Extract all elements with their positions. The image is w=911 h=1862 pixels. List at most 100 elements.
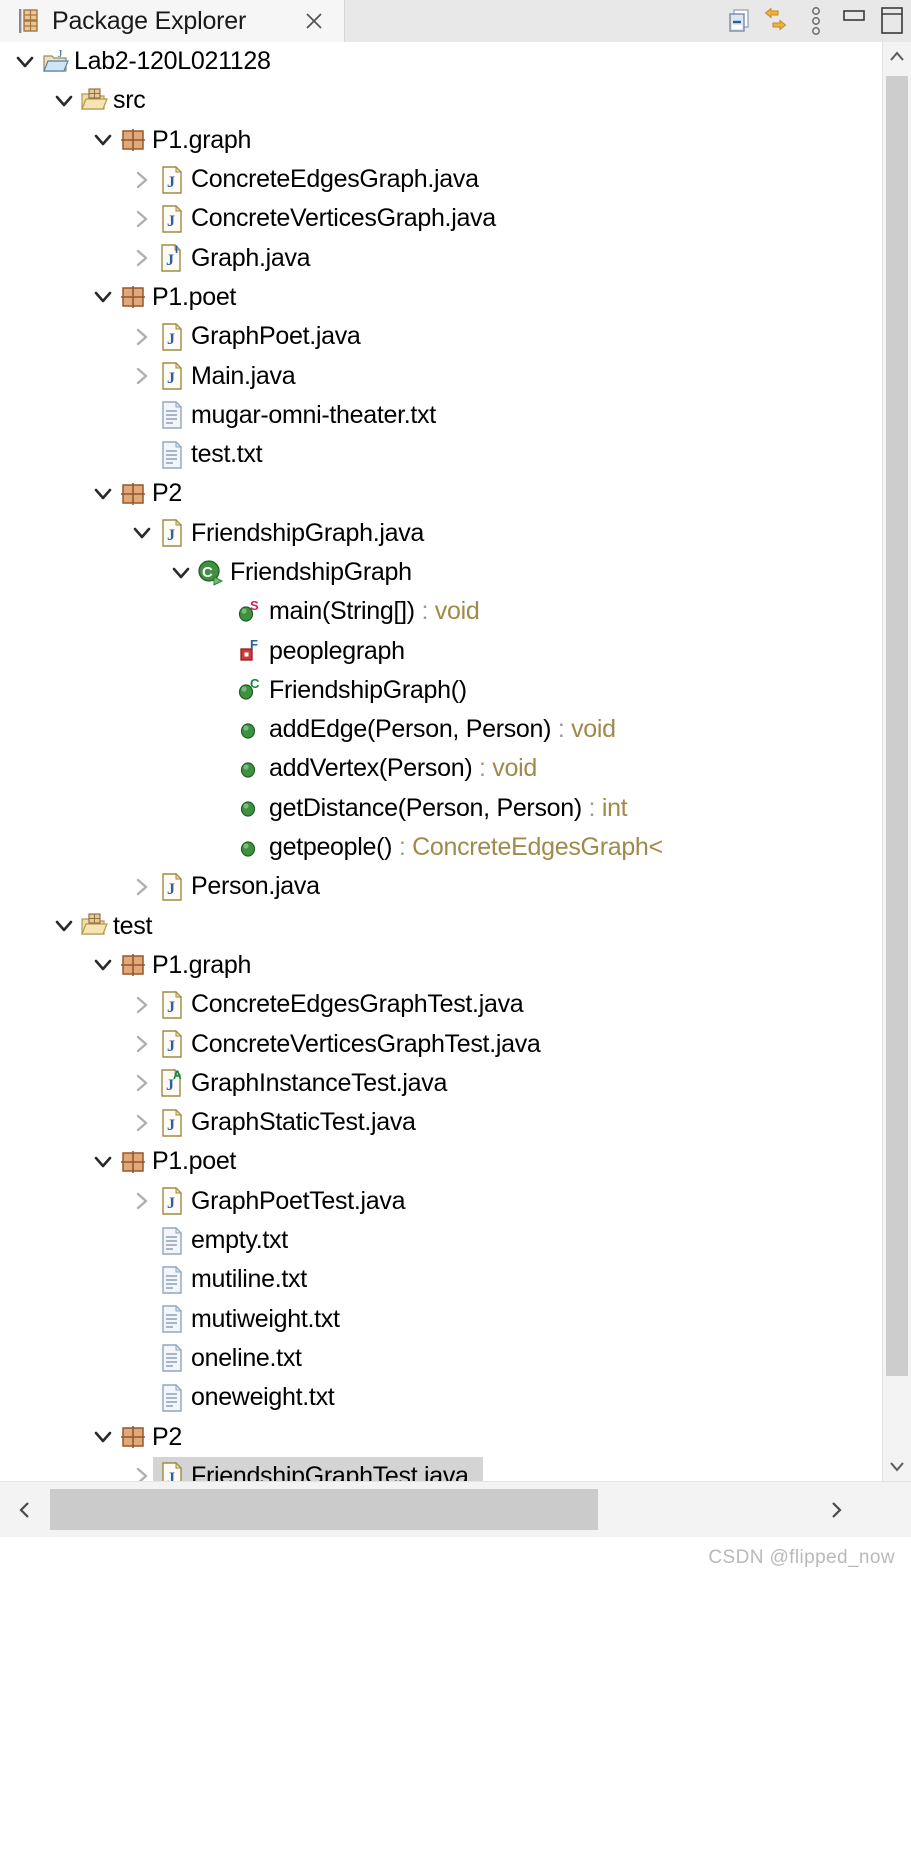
- vertical-scrollbar-thumb[interactable]: [886, 76, 908, 1376]
- tree-row[interactable]: J A GraphInstanceTest.java: [0, 1064, 911, 1103]
- tree-row[interactable]: P2: [0, 474, 911, 513]
- tree-row-label: ConcreteEdgesGraphTest.java: [191, 990, 524, 1019]
- text-file-icon: [157, 440, 187, 470]
- tree-row[interactable]: P1.poet: [0, 278, 911, 317]
- tree-row-label: Person.java: [191, 872, 320, 901]
- class-runnable-icon: C: [196, 558, 226, 588]
- tree-row[interactable]: Fpeoplegraph: [0, 631, 911, 670]
- tree-twisty-right[interactable]: [127, 994, 157, 1016]
- view-tab-bar: Package Explorer: [0, 0, 911, 42]
- tree-row[interactable]: C FriendshipGraph(): [0, 671, 911, 710]
- tree-row[interactable]: J GraphPoetTest.java: [0, 1182, 911, 1221]
- tree-row[interactable]: J Person.java: [0, 867, 911, 906]
- tree-row[interactable]: addVertex(Person) : void: [0, 749, 911, 788]
- tree-twisty-right[interactable]: [127, 1465, 157, 1481]
- tree-row[interactable]: C FriendshipGraph: [0, 553, 911, 592]
- package-icon: [118, 127, 148, 153]
- tree-row[interactable]: getDistance(Person, Person) : int: [0, 789, 911, 828]
- tree-row[interactable]: P1.poet: [0, 1142, 911, 1181]
- tree-row[interactable]: empty.txt: [0, 1221, 911, 1260]
- svg-text:S: S: [250, 599, 259, 613]
- chevron-right-icon[interactable]: [811, 1482, 861, 1537]
- java-file-icon: J: [157, 204, 187, 234]
- method-public-icon: [235, 757, 265, 781]
- close-icon[interactable]: [300, 7, 328, 35]
- tree-twisty-right[interactable]: [127, 1112, 157, 1134]
- text-file-icon: [157, 400, 187, 430]
- tree-twisty-down[interactable]: [49, 90, 79, 112]
- tree-row[interactable]: J ConcreteVerticesGraphTest.java: [0, 1024, 911, 1063]
- tree-row[interactable]: Smain(String[]) : void: [0, 592, 911, 631]
- tree-row[interactable]: J ConcreteEdgesGraphTest.java: [0, 985, 911, 1024]
- tree-twisty-down[interactable]: [127, 522, 157, 544]
- tree-row[interactable]: J ConcreteVerticesGraph.java: [0, 199, 911, 238]
- field-private-final-icon: F: [235, 638, 265, 664]
- tree-twisty-right[interactable]: [127, 326, 157, 348]
- tree-row[interactable]: getpeople() : ConcreteEdgesGraph<: [0, 828, 911, 867]
- tree-twisty-right[interactable]: [127, 208, 157, 230]
- tree-twisty-right[interactable]: [127, 169, 157, 191]
- tree-twisty-right[interactable]: [127, 1033, 157, 1055]
- tree-row[interactable]: mutiweight.txt: [0, 1300, 911, 1339]
- tree-twisty-down[interactable]: [88, 954, 118, 976]
- package-explorer-tree[interactable]: J Lab2-120L021128 src P1.graph J ConcreteEdge…: [0, 42, 911, 1481]
- tree-twisty-right[interactable]: [127, 1190, 157, 1212]
- svg-text:A: A: [173, 1068, 182, 1082]
- tab-package-explorer[interactable]: Package Explorer: [0, 0, 345, 42]
- tree-twisty-down[interactable]: [49, 915, 79, 937]
- tree-row[interactable]: J ConcreteEdgesGraph.java: [0, 160, 911, 199]
- package-icon: [118, 952, 148, 978]
- link-with-editor-icon[interactable]: [759, 2, 797, 40]
- tree-row[interactable]: J GraphPoet.java: [0, 317, 911, 356]
- tree-row-label: addVertex(Person) : void: [269, 754, 537, 783]
- tree-row[interactable]: mutiline.txt: [0, 1260, 911, 1299]
- tree-twisty-down[interactable]: [88, 1426, 118, 1448]
- java-file-icon: J: [157, 361, 187, 391]
- tree-twisty-right[interactable]: [127, 247, 157, 269]
- tree-twisty-right[interactable]: [127, 876, 157, 898]
- tree-twisty-down[interactable]: [88, 286, 118, 308]
- tab-label: Package Explorer: [52, 6, 247, 35]
- tree-twisty-right[interactable]: [127, 365, 157, 387]
- tree-row[interactable]: P1.graph: [0, 121, 911, 160]
- tree-row-label: GraphStaticTest.java: [191, 1108, 416, 1137]
- chevron-down-icon[interactable]: [883, 1451, 911, 1481]
- tree-row[interactable]: P1.graph: [0, 946, 911, 985]
- tree-twisty-down[interactable]: [166, 562, 196, 584]
- tree-twisty-down[interactable]: [88, 1151, 118, 1173]
- tree-row[interactable]: oneweight.txt: [0, 1378, 911, 1417]
- vertical-scrollbar[interactable]: [882, 42, 911, 1481]
- horizontal-scrollbar[interactable]: [0, 1481, 911, 1537]
- method-public-icon: [235, 718, 265, 742]
- tree-row[interactable]: mugar-omni-theater.txt: [0, 396, 911, 435]
- tree-row[interactable]: J Lab2-120L021128: [0, 42, 911, 81]
- view-menu-icon[interactable]: [797, 2, 835, 40]
- tree-row-label: Graph.java: [191, 243, 311, 272]
- tree-row[interactable]: addEdge(Person, Person) : void: [0, 710, 911, 749]
- horizontal-scrollbar-thumb[interactable]: [50, 1489, 598, 1530]
- chevron-up-icon[interactable]: [883, 42, 911, 72]
- maximize-icon[interactable]: [873, 2, 911, 40]
- collapse-all-icon[interactable]: [721, 2, 759, 40]
- tree-row[interactable]: oneline.txt: [0, 1339, 911, 1378]
- tree-row[interactable]: test.txt: [0, 435, 911, 474]
- tree-twisty-right[interactable]: [127, 1072, 157, 1094]
- tree-row-label: mutiline.txt: [191, 1265, 307, 1294]
- tree-row[interactable]: J FriendshipGraphTest.java: [0, 1456, 911, 1481]
- tree-twisty-down[interactable]: [88, 483, 118, 505]
- tree-row-label: ConcreteEdgesGraph.java: [191, 165, 479, 194]
- tree-row[interactable]: J FriendshipGraph.java: [0, 514, 911, 553]
- tree-row[interactable]: J Main.java: [0, 356, 911, 395]
- tree-row[interactable]: test: [0, 907, 911, 946]
- tree-twisty-down[interactable]: [10, 51, 40, 73]
- svg-text:J: J: [167, 1195, 175, 1212]
- tree-row[interactable]: src: [0, 81, 911, 120]
- tree-row[interactable]: P2: [0, 1417, 911, 1456]
- tree-row[interactable]: J I Graph.java: [0, 238, 911, 277]
- chevron-left-icon[interactable]: [0, 1482, 50, 1537]
- tree-row-label: GraphPoet.java: [191, 322, 361, 351]
- java-file-icon: J: [157, 518, 187, 548]
- tree-row[interactable]: J GraphStaticTest.java: [0, 1103, 911, 1142]
- minimize-icon[interactable]: [835, 2, 873, 40]
- tree-twisty-down[interactable]: [88, 129, 118, 151]
